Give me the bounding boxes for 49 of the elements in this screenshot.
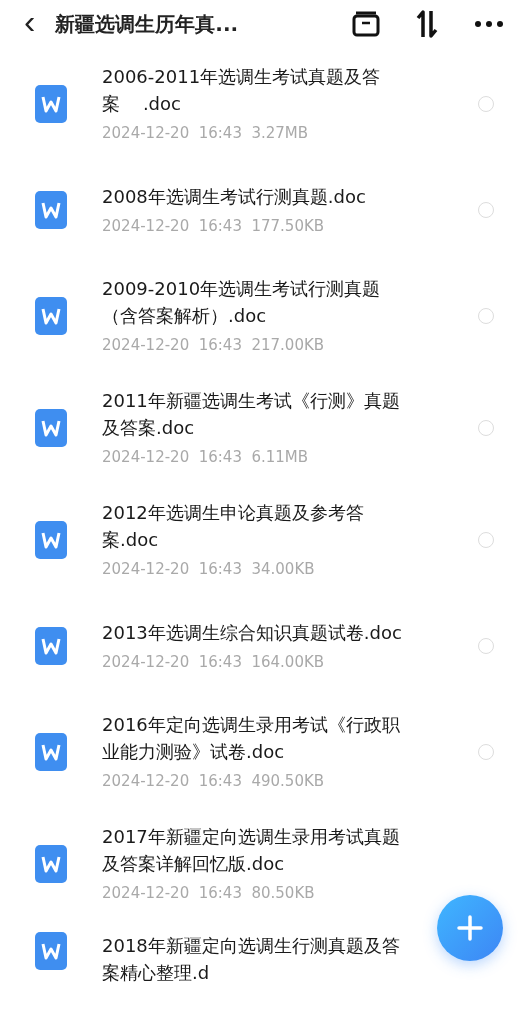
plus-icon [457,915,483,941]
sort-icon[interactable] [414,9,440,39]
word-document-icon [35,191,67,229]
more-icon[interactable] [474,20,504,28]
file-details: 2024-12-20 16:43 3.27MB [102,123,310,144]
file-row[interactable]: 2013年选调生综合知识真题试卷.doc 2024-12-20 16:43 164.00KB [0,596,524,696]
select-radio[interactable] [478,744,494,760]
word-document-icon [35,845,67,883]
file-row[interactable]: 2011年新疆选调生考试《行测》真题 及答案.doc 2024-12-20 16:43 6.11MB [0,372,524,484]
file-row[interactable]: 2012年选调生申论真题及参考答 案.doc 2024-12-20 16:43 34.00KB [0,484,524,596]
file-details: 2024-12-20 16:43 80.50KB [102,883,316,904]
file-name: 2008年选调生考试行测真题.doc [102,184,367,209]
word-document-icon [35,521,67,559]
file-name: 2009-2010年选调生考试行测真题 （含答案解析）.doc [102,277,382,328]
file-row[interactable]: 2008年选调生考试行测真题.doc 2024-12-20 16:43 177.50KB [0,160,524,260]
select-radio[interactable] [478,308,494,324]
file-row[interactable]: 2016年定向选调生录用考试《行政职 业能力测验》试卷.doc 2024-12-20 16:43 490.50KB [0,696,524,808]
file-row[interactable]: 2017年新疆定向选调生录用考试真题 及答案详解回忆版.doc 2024-12-20 16:43 80.50KB [0,808,524,920]
file-details: 2024-12-20 16:43 34.00KB [102,559,316,580]
file-name: 2012年选调生申论真题及参考答 案.doc [102,501,365,552]
file-name: 2018年新疆定向选调生行测真题及答 案精心整理.d [102,934,401,985]
select-radio[interactable] [478,96,494,112]
file-row[interactable]: 2009-2010年选调生考试行测真题 （含答案解析）.doc 2024-12-20 16:43 217.00KB [0,260,524,372]
file-name: 2013年选调生综合知识真题试卷.doc [102,620,403,645]
add-button[interactable] [437,895,503,961]
file-name: 2016年定向选调生录用考试《行政职 业能力测验》试卷.doc [102,713,401,764]
word-document-icon [35,627,67,665]
file-details: 2024-12-20 16:43 177.50KB [102,215,326,237]
file-row[interactable]: 2018年新疆定向选调生行测真题及答 案精心整理.d [0,920,524,1024]
select-radio[interactable] [478,638,494,654]
archive-icon[interactable] [352,11,380,37]
word-document-icon [35,409,67,447]
folder-title: 新疆选调生历年真... [55,10,240,38]
word-document-icon [35,932,67,970]
file-name: 2017年新疆定向选调生录用考试真题 及答案详解回忆版.doc [102,825,401,876]
back-button[interactable]: ‹ [24,4,36,44]
file-details: 2024-12-20 16:43 217.00KB [102,335,326,356]
file-name: 2006-2011年选调生考试真题及答 案 .doc [102,65,382,116]
word-document-icon [35,733,67,771]
file-details: 2024-12-20 16:43 6.11MB [102,447,310,468]
file-row[interactable]: 2006-2011年选调生考试真题及答 案 .doc 2024-12-20 16:43 3.27MB [0,48,524,160]
file-details: 2024-12-20 16:43 164.00KB [102,651,326,673]
file-name: 2011年新疆选调生考试《行测》真题 及答案.doc [102,389,401,440]
word-document-icon [35,297,67,335]
select-radio[interactable] [478,532,494,548]
select-radio[interactable] [478,202,494,218]
file-details: 2024-12-20 16:43 490.50KB [102,771,326,792]
word-document-icon [35,85,67,123]
select-radio[interactable] [478,420,494,436]
